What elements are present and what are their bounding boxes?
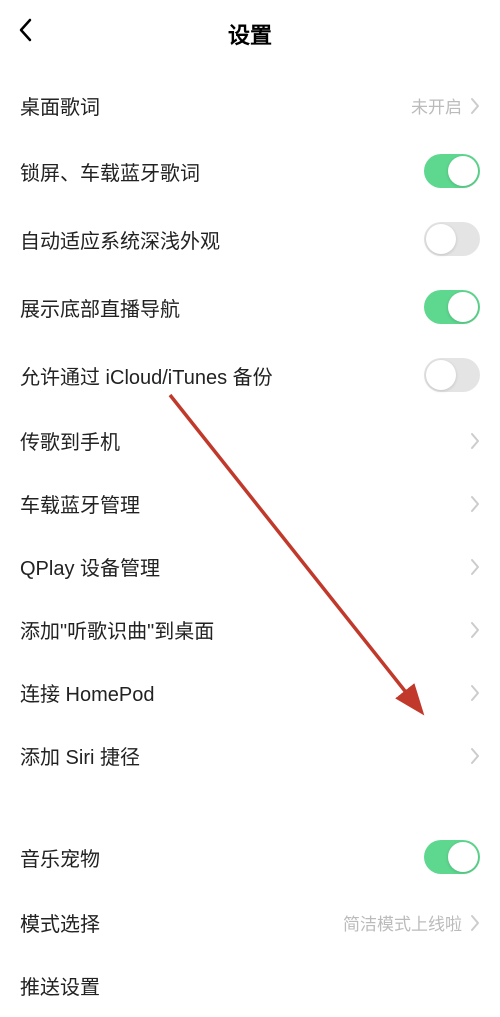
row-right <box>424 154 480 188</box>
toggle-switch[interactable] <box>424 290 480 324</box>
settings-section-2: 音乐宠物模式选择 简洁模式上线啦推送设置 <box>0 823 500 1017</box>
settings-section-1: 桌面歌词 未开启锁屏、车载蓝牙歌词自动适应系统深浅外观展示底部直播导航允许通过 i… <box>0 74 500 787</box>
page-title: 设置 <box>18 18 482 50</box>
chevron-right-icon <box>470 621 480 639</box>
row-right <box>424 290 480 324</box>
settings-row[interactable]: 模式选择 简洁模式上线啦 <box>0 891 500 954</box>
toggle-switch[interactable] <box>424 840 480 874</box>
row-label: 添加 Siri 捷径 <box>20 741 140 770</box>
chevron-right-icon <box>470 432 480 450</box>
row-right <box>470 621 480 639</box>
row-right <box>470 558 480 576</box>
chevron-right-icon <box>470 558 480 576</box>
settings-row[interactable]: 展示底部直播导航 <box>0 273 500 341</box>
chevron-right-icon <box>470 914 480 932</box>
row-right <box>470 432 480 450</box>
header: 设置 <box>0 0 500 74</box>
settings-row[interactable]: 添加"听歌识曲"到桌面 <box>0 598 500 661</box>
settings-row[interactable]: 连接 HomePod <box>0 661 500 724</box>
row-right <box>424 840 480 874</box>
chevron-right-icon <box>470 495 480 513</box>
settings-row[interactable]: 添加 Siri 捷径 <box>0 724 500 787</box>
back-button[interactable] <box>18 18 34 47</box>
row-label: 车载蓝牙管理 <box>20 489 140 518</box>
settings-row[interactable]: 桌面歌词 未开启 <box>0 74 500 137</box>
row-right: 未开启 <box>411 93 480 118</box>
row-label: 连接 HomePod <box>20 678 155 707</box>
settings-row[interactable]: 传歌到手机 <box>0 409 500 472</box>
section-divider <box>0 787 500 823</box>
row-label: 推送设置 <box>20 971 100 1000</box>
row-right: 简洁模式上线啦 <box>343 910 480 935</box>
settings-row[interactable]: 推送设置 <box>0 954 500 1017</box>
chevron-right-icon <box>470 747 480 765</box>
toggle-knob <box>426 360 456 390</box>
settings-row[interactable]: QPlay 设备管理 <box>0 535 500 598</box>
settings-row[interactable]: 锁屏、车载蓝牙歌词 <box>0 137 500 205</box>
row-label: 桌面歌词 <box>20 91 100 120</box>
toggle-switch[interactable] <box>424 358 480 392</box>
row-label: QPlay 设备管理 <box>20 552 160 581</box>
settings-row[interactable]: 允许通过 iCloud/iTunes 备份 <box>0 341 500 409</box>
settings-row[interactable]: 车载蓝牙管理 <box>0 472 500 535</box>
chevron-right-icon <box>470 97 480 115</box>
chevron-right-icon <box>470 684 480 702</box>
toggle-knob <box>448 292 478 322</box>
settings-row[interactable]: 自动适应系统深浅外观 <box>0 205 500 273</box>
row-label: 音乐宠物 <box>20 843 100 872</box>
toggle-switch[interactable] <box>424 222 480 256</box>
row-right <box>424 358 480 392</box>
toggle-switch[interactable] <box>424 154 480 188</box>
row-right <box>424 222 480 256</box>
toggle-knob <box>426 224 456 254</box>
row-label: 传歌到手机 <box>20 426 120 455</box>
row-label: 展示底部直播导航 <box>20 293 180 322</box>
toggle-knob <box>448 842 478 872</box>
row-label: 添加"听歌识曲"到桌面 <box>20 615 214 644</box>
row-label: 锁屏、车载蓝牙歌词 <box>20 157 200 186</box>
row-label: 自动适应系统深浅外观 <box>20 225 220 254</box>
row-value: 简洁模式上线啦 <box>343 910 462 935</box>
chevron-left-icon <box>18 18 34 42</box>
settings-row[interactable]: 音乐宠物 <box>0 823 500 891</box>
row-label: 允许通过 iCloud/iTunes 备份 <box>20 361 273 390</box>
row-right <box>470 747 480 765</box>
toggle-knob <box>448 156 478 186</box>
row-right <box>470 495 480 513</box>
row-value: 未开启 <box>411 93 462 118</box>
row-label: 模式选择 <box>20 908 100 937</box>
row-right <box>470 684 480 702</box>
